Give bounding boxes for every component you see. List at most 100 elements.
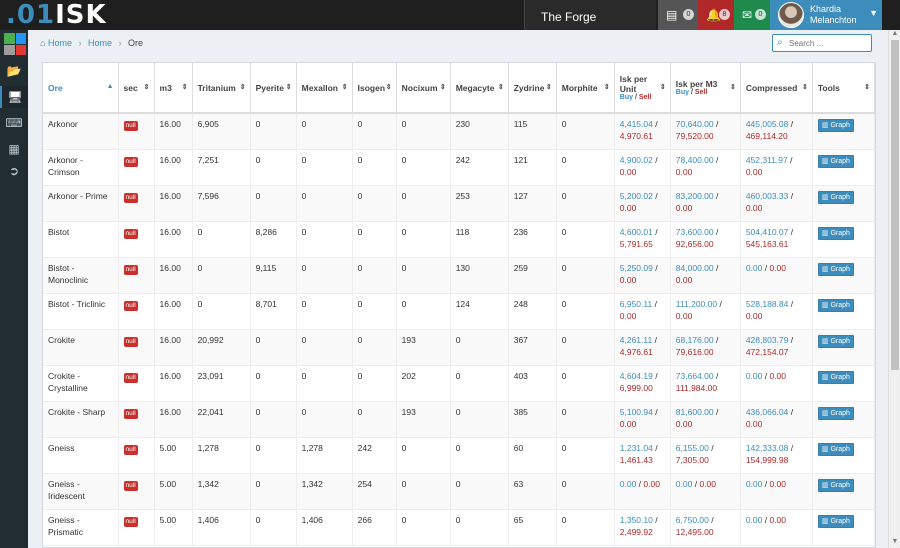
c-buy-link[interactable]: 142,333.08	[746, 443, 789, 453]
column-header-mexallon[interactable]: Mexallon ⇕	[296, 63, 353, 114]
circle-arrow-icon[interactable]: ➲	[0, 160, 28, 182]
monitor-icon[interactable]: 🖥	[0, 86, 28, 108]
graph-button[interactable]: ▥ Graph	[817, 226, 854, 240]
column-header-m3[interactable]: m3 ⇕	[154, 63, 193, 114]
messages-button[interactable]: ✉ 0	[734, 0, 770, 30]
graph-button[interactable]: ▥ Graph	[817, 370, 854, 384]
u-buy-link[interactable]: 5,100.94	[620, 407, 653, 417]
c-sell-link[interactable]: 0.00	[769, 263, 786, 273]
column-header-isogen[interactable]: Isogen ⇕	[352, 63, 397, 114]
c-sell-link[interactable]: 154,999.98	[746, 455, 789, 465]
c-buy-link[interactable]: 460,003.33	[746, 191, 789, 201]
c-sell-link[interactable]: 469,114.20	[746, 131, 788, 141]
graph-button[interactable]: ▥ Graph	[817, 406, 854, 420]
m-sell-link[interactable]: 0.00	[699, 479, 716, 489]
column-header-morphite[interactable]: Morphite ⇕	[556, 63, 615, 114]
graph-button[interactable]: ▥ Graph	[817, 154, 854, 168]
graph-button[interactable]: ▥ Graph	[817, 334, 854, 348]
c-sell-link[interactable]: 0.00	[769, 479, 786, 489]
tasks-button[interactable]: ▤ 0	[658, 0, 698, 30]
u-buy-link[interactable]: 5,250.09	[620, 263, 653, 273]
c-sell-link[interactable]: 0.00	[746, 419, 763, 429]
m-buy-link[interactable]: 6,750.00	[676, 515, 709, 525]
u-buy-link[interactable]: 6,950.11	[620, 299, 652, 309]
m-buy-link[interactable]: 83,200.00	[676, 191, 714, 201]
eve-grid-icon[interactable]	[4, 33, 26, 55]
calendar-icon[interactable]: ▦	[0, 138, 28, 160]
column-header-megacyte[interactable]: Megacyte ⇕	[450, 63, 509, 114]
u-buy-link[interactable]: 4,600.01	[620, 227, 653, 237]
c-buy-link[interactable]: 0.00	[746, 479, 763, 489]
keyboard-icon[interactable]: ⌨	[0, 112, 28, 134]
graph-button[interactable]: ▥ Graph	[817, 190, 854, 204]
u-buy-link[interactable]: 4,900.02	[620, 155, 653, 165]
c-sell-link[interactable]: 0.00	[746, 167, 763, 177]
u-sell-link[interactable]: 0.00	[620, 311, 637, 321]
c-buy-link[interactable]: 504,410.07	[746, 227, 789, 237]
column-header-nocixum[interactable]: Nocixum ⇕	[396, 63, 451, 114]
graph-button[interactable]: ▥ Graph	[817, 442, 854, 456]
c-sell-link[interactable]: 0.00	[769, 515, 786, 525]
u-sell-link[interactable]: 0.00	[620, 167, 637, 177]
graph-button[interactable]: ▥ Graph	[817, 119, 854, 132]
user-menu[interactable]: Khardia Melanchton ▼	[770, 0, 882, 30]
m-buy-link[interactable]: 6,155.00	[676, 443, 709, 453]
c-buy-link[interactable]: 452,311.97	[746, 155, 788, 165]
m-sell-link[interactable]: 0.00	[676, 203, 693, 213]
search-input[interactable]	[789, 36, 869, 50]
c-sell-link[interactable]: 545,163.61	[746, 239, 789, 249]
u-sell-link[interactable]: 2,499.92	[620, 527, 653, 537]
c-sell-link[interactable]: 0.00	[746, 203, 763, 213]
c-buy-link[interactable]: 445,005.08	[746, 119, 789, 129]
column-header-zydrine[interactable]: Zydrine ⇕	[508, 63, 557, 114]
notifications-button[interactable]: 🔔 8	[698, 0, 734, 30]
u-sell-link[interactable]: 4,970.61	[620, 131, 653, 141]
breadcrumb-home-2[interactable]: Home	[88, 38, 112, 48]
m-buy-link[interactable]: 73,664.00	[676, 371, 714, 381]
column-header-tools[interactable]: Tools ⇕	[812, 63, 875, 114]
app-logo[interactable]: .01ISK	[6, 0, 107, 30]
m-sell-link[interactable]: 92,656.00	[676, 239, 714, 249]
m-buy-link[interactable]: 0.00	[676, 479, 693, 489]
u-sell-link[interactable]: 0.00	[643, 479, 660, 489]
m-sell-link[interactable]: 79,520.00	[676, 131, 714, 141]
c-buy-link[interactable]: 428,803.79	[746, 335, 789, 345]
m-sell-link[interactable]: 111,984.00	[676, 383, 717, 393]
column-header-ore[interactable]: Ore ▲	[43, 63, 119, 114]
c-buy-link[interactable]: 528,188.84	[746, 299, 789, 309]
scroll-down-icon[interactable]: ▼	[889, 538, 900, 548]
u-sell-link[interactable]: 0.00	[620, 203, 637, 213]
u-buy-link[interactable]: 4,604.19	[620, 371, 653, 381]
page-scrollbar[interactable]: ▲ ▼	[888, 30, 900, 548]
m-sell-link[interactable]: 79,616.00	[676, 347, 714, 357]
u-buy-link[interactable]: 1,231.04	[620, 443, 653, 453]
column-header-isk-per-m3[interactable]: Isk per M3 Buy / Sell ⇕	[670, 63, 741, 114]
u-sell-link[interactable]: 4,976.61	[620, 347, 653, 357]
m-buy-link[interactable]: 78,400.00	[676, 155, 714, 165]
m-sell-link[interactable]: 0.00	[676, 311, 693, 321]
m-sell-link[interactable]: 7,305.00	[676, 455, 709, 465]
u-buy-link[interactable]: 4,415.04	[620, 119, 653, 129]
u-buy-link[interactable]: 5,200.02	[620, 191, 653, 201]
m-sell-link[interactable]: 0.00	[676, 167, 693, 177]
graph-button[interactable]: ▥ Graph	[817, 514, 854, 528]
graph-button[interactable]: ▥ Graph	[817, 478, 854, 492]
u-sell-link[interactable]: 1,461.43	[620, 455, 653, 465]
folder-icon[interactable]: 📂	[0, 60, 28, 82]
u-buy-link[interactable]: 1,350.10	[620, 515, 653, 525]
column-header-sec[interactable]: sec ⇕	[118, 63, 155, 114]
column-header-isk-per-unit[interactable]: Isk per Unit Buy / Sell ⇕	[614, 63, 671, 114]
scrollbar-thumb[interactable]	[891, 40, 899, 370]
graph-button[interactable]: ▥ Graph	[817, 262, 854, 276]
scroll-up-icon[interactable]: ▲	[889, 30, 900, 40]
c-sell-link[interactable]: 472,154.07	[746, 347, 789, 357]
m-buy-link[interactable]: 73,600.00	[676, 227, 714, 237]
m-buy-link[interactable]: 70,640.00	[676, 119, 714, 129]
m-buy-link[interactable]: 111,200.00	[676, 299, 717, 309]
region-selector[interactable]: The Forge	[524, 0, 656, 30]
m-sell-link[interactable]: 0.00	[676, 275, 693, 285]
m-sell-link[interactable]: 0.00	[676, 419, 693, 429]
breadcrumb-home-1[interactable]: Home	[48, 38, 72, 48]
column-header-pyerite[interactable]: Pyerite ⇕	[250, 63, 297, 114]
c-buy-link[interactable]: 0.00	[746, 263, 763, 273]
